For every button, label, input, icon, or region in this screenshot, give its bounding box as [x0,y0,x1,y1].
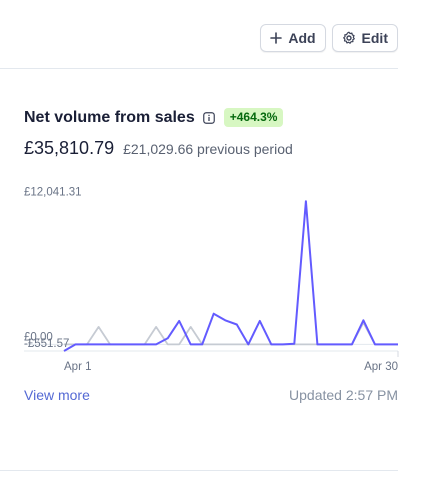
edit-button[interactable]: Edit [331,24,398,52]
updated-timestamp: Updated 2:57 PM [289,387,398,403]
net-volume-value: £35,810.79 [24,138,115,158]
change-badge: +464.3% [223,108,284,127]
plus-icon [270,32,283,44]
add-button[interactable]: Add [260,24,326,52]
x-tick-label-start: Apr 1 [64,361,92,373]
bottom-divider [0,470,398,471]
info-icon[interactable] [202,111,215,124]
edit-button-label: Edit [361,30,388,46]
card-header: Net volume from sales +464.3% [24,108,284,127]
card-title: Net volume from sales [24,108,195,126]
previous-period-line [64,321,398,346]
current-period-line [63,200,398,352]
view-more-link[interactable]: View more [24,387,90,403]
y-tick-label: £12,041.31 [24,187,82,199]
top-divider [0,68,398,69]
value-row: £35,810.79 £21,029.66 previous period [24,138,293,159]
toolbar: Add Edit [260,24,398,52]
net-volume-chart: £12,041.31£0.00-£551.57 Apr 1 Apr 30 [24,187,399,373]
add-button-label: Add [288,30,316,46]
x-tick-label-end: Apr 30 [364,361,398,373]
gear-icon [342,31,356,45]
previous-period-value: £21,029.66 previous period [123,141,293,157]
y-tick-label: -£551.57 [24,338,69,350]
